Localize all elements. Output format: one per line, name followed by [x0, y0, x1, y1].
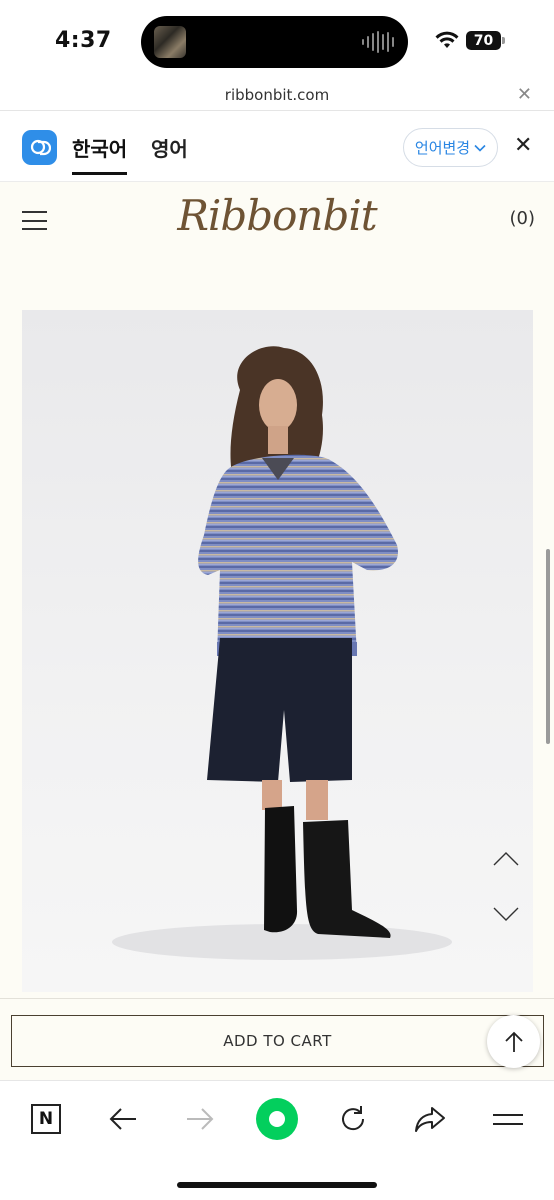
brand-logo[interactable]: Ribbonbit: [0, 191, 554, 240]
naver-n-icon[interactable]: N: [26, 1099, 66, 1139]
share-icon[interactable]: [410, 1099, 450, 1139]
chevron-down-icon: [474, 144, 486, 152]
language-change-button[interactable]: 언어변경: [403, 128, 498, 167]
papago-translate-icon: [22, 130, 57, 165]
chevron-down-icon[interactable]: [492, 905, 520, 923]
wifi-icon: [435, 31, 459, 48]
reload-icon[interactable]: [333, 1099, 373, 1139]
naver-n-label: N: [31, 1104, 61, 1134]
url-bar[interactable]: ribbonbit.com ✕: [0, 80, 554, 110]
back-arrow-icon[interactable]: [103, 1099, 143, 1139]
scrollbar[interactable]: [546, 549, 550, 744]
cart-count[interactable]: (0): [510, 208, 536, 229]
home-indicator: [177, 1182, 377, 1188]
add-to-cart-button[interactable]: ADD TO CART: [11, 1015, 544, 1067]
site-header: Ribbonbit (0): [0, 183, 554, 263]
status-time: 4:37: [55, 28, 112, 53]
scroll-to-top-button[interactable]: [487, 1015, 540, 1068]
status-bar: 4:37 70: [0, 0, 554, 80]
battery-icon: 70: [466, 31, 501, 50]
audio-waveform-icon: [362, 31, 394, 53]
language-change-label: 언어변경: [414, 139, 471, 157]
cart-bar: ADD TO CART: [0, 998, 554, 1080]
now-playing-thumbnail: [154, 26, 186, 58]
translate-bar: 한국어 영어 언어변경 ✕: [0, 110, 554, 182]
home-green-dot-icon[interactable]: [255, 1097, 299, 1141]
product-image[interactable]: [22, 310, 533, 992]
tab-korean[interactable]: 한국어: [72, 133, 128, 175]
tab-english[interactable]: 영어: [151, 133, 188, 162]
menu-icon[interactable]: [488, 1099, 528, 1139]
dynamic-island[interactable]: [141, 16, 408, 68]
translate-logo-glyph: [30, 139, 51, 155]
url-text[interactable]: ribbonbit.com: [0, 86, 554, 104]
battery-tip: [502, 37, 505, 44]
translate-close-button[interactable]: ✕: [514, 133, 532, 158]
chevron-up-icon[interactable]: [492, 850, 520, 868]
forward-arrow-icon[interactable]: [180, 1099, 220, 1139]
close-icon[interactable]: ✕: [517, 84, 532, 105]
arrow-up-icon: [504, 1031, 523, 1052]
model-illustration: [112, 346, 452, 960]
